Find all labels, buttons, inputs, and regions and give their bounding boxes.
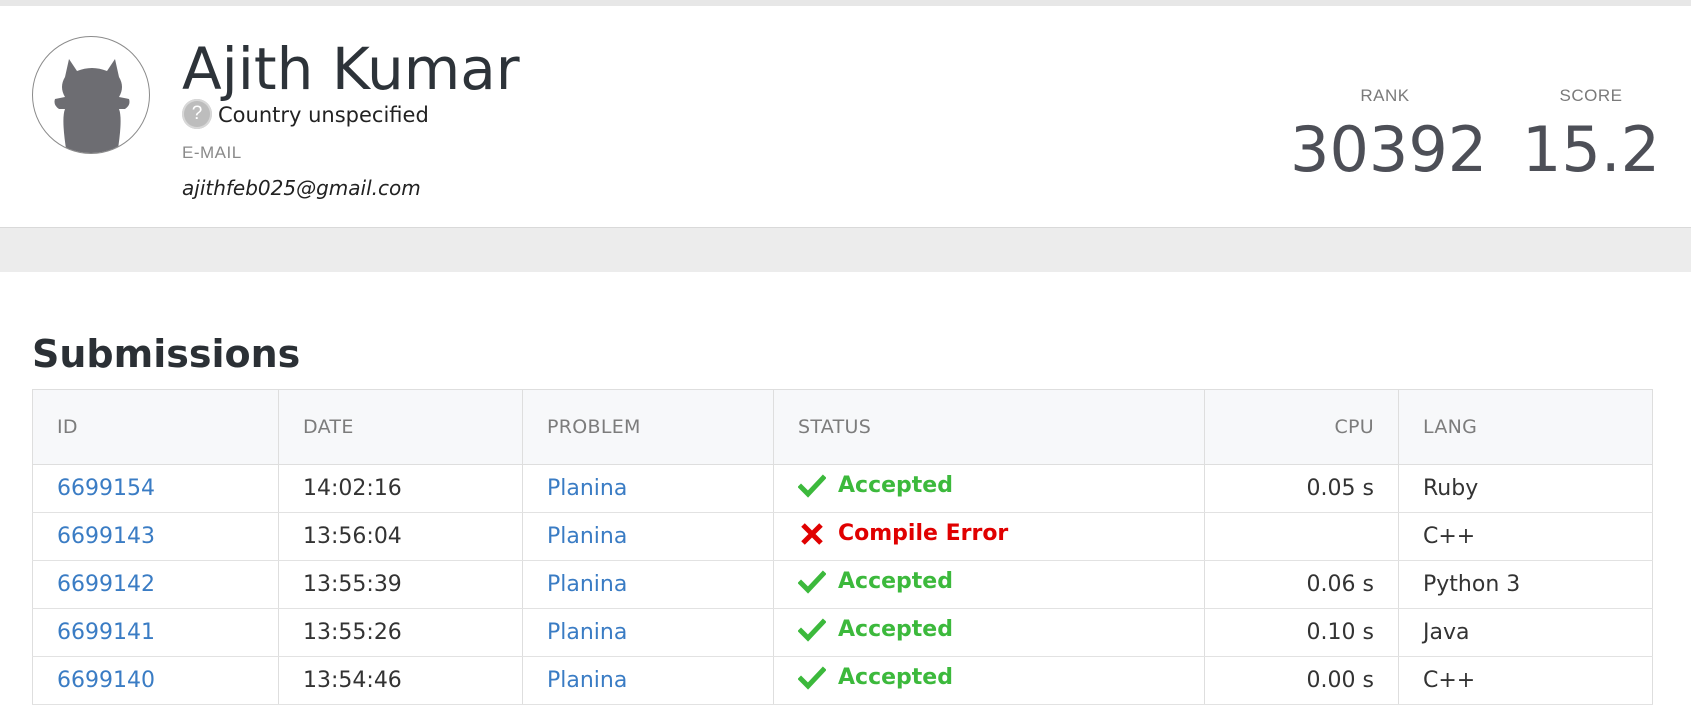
checkmark-icon	[797, 666, 827, 690]
problem-cell: Planina	[522, 512, 774, 561]
checkmark-icon	[797, 474, 827, 498]
submission-id-cell: 6699143	[32, 512, 279, 561]
column-header-lang[interactable]: LANG	[1398, 389, 1653, 465]
submission-id-cell: 6699141	[32, 608, 279, 657]
avatar	[32, 36, 150, 154]
status-badge: Accepted	[797, 617, 953, 643]
submission-id-link[interactable]: 6699143	[57, 524, 155, 549]
submissions-title: Submissions	[32, 332, 301, 376]
column-header-problem[interactable]: PROBLEM	[522, 389, 774, 465]
column-header-date[interactable]: DATE	[278, 389, 523, 465]
checkmark-icon	[797, 618, 827, 642]
submission-date: 13:55:39	[278, 560, 523, 609]
gray-separator-band	[0, 228, 1691, 272]
cpu-time	[1204, 512, 1399, 561]
table-row: 6699142 13:55:39 Planina Accepted 0.06 s Pyth…	[32, 560, 1653, 609]
submission-id-link[interactable]: 6699154	[57, 476, 155, 501]
checkmark-icon	[797, 570, 827, 594]
status-text: Accepted	[838, 473, 953, 499]
user-name: Ajith Kumar	[182, 35, 520, 103]
table-row: 6699141 13:55:26 Planina Accepted 0.10 s Java	[32, 608, 1653, 657]
status-text: Compile Error	[838, 521, 1009, 547]
score-label: SCORE	[1559, 86, 1623, 105]
column-header-status[interactable]: STATUS	[773, 389, 1205, 465]
question-mark-icon: ?	[182, 99, 212, 129]
column-header-cpu[interactable]: CPU	[1204, 389, 1399, 465]
status-text: Accepted	[838, 617, 953, 643]
table-row: 6699143 13:56:04 Planina Compile Error C++	[32, 512, 1653, 561]
email-value: ajithfeb025@gmail.com	[182, 176, 421, 200]
status-cell: Accepted	[773, 608, 1205, 657]
submission-date: 13:56:04	[278, 512, 523, 561]
status-badge: Accepted	[797, 665, 953, 691]
cat-silhouette-icon	[54, 59, 130, 153]
submission-date: 14:02:16	[278, 464, 523, 513]
problem-cell: Planina	[522, 464, 774, 513]
table-row: 6699154 14:02:16 Planina Accepted 0.05 s Ruby	[32, 464, 1653, 513]
status-cell: Accepted	[773, 464, 1205, 513]
language: C++	[1398, 656, 1653, 705]
problem-cell: Planina	[522, 560, 774, 609]
language: Python 3	[1398, 560, 1653, 609]
rank-label: RANK	[1360, 86, 1410, 105]
problem-link[interactable]: Planina	[547, 668, 627, 693]
submission-id-link[interactable]: 6699142	[57, 572, 155, 597]
cpu-time: 0.06 s	[1204, 560, 1399, 609]
language: C++	[1398, 512, 1653, 561]
email-label: E-MAIL	[182, 143, 242, 162]
language: Java	[1398, 608, 1653, 657]
status-cell: Accepted	[773, 656, 1205, 705]
status-text: Accepted	[838, 665, 953, 691]
table-header-row: ID DATE PROBLEM STATUS CPU LANG	[32, 389, 1653, 465]
country-text: Country unspecified	[218, 103, 429, 127]
cpu-time: 0.10 s	[1204, 608, 1399, 657]
cpu-time: 0.05 s	[1204, 464, 1399, 513]
status-badge: Compile Error	[798, 521, 1008, 546]
problem-cell: Planina	[522, 608, 774, 657]
status-badge: Accepted	[797, 473, 953, 499]
problem-link[interactable]: Planina	[547, 572, 627, 597]
table-row: 6699140 13:54:46 Planina Accepted 0.00 s C++	[32, 656, 1653, 705]
problem-link[interactable]: Planina	[547, 524, 627, 549]
status-cell: Accepted	[773, 560, 1205, 609]
submission-date: 13:55:26	[278, 608, 523, 657]
submission-id-cell: 6699142	[32, 560, 279, 609]
score-value: 15.2	[1521, 113, 1661, 186]
problem-link[interactable]: Planina	[547, 620, 627, 645]
submission-id-cell: 6699140	[32, 656, 279, 705]
status-cell: Compile Error	[773, 512, 1205, 561]
submission-id-link[interactable]: 6699140	[57, 668, 155, 693]
cross-icon	[798, 522, 826, 546]
submission-id-link[interactable]: 6699141	[57, 620, 155, 645]
problem-link[interactable]: Planina	[547, 476, 627, 501]
submissions-table: ID DATE PROBLEM STATUS CPU LANG 6699154 1…	[32, 389, 1653, 705]
submission-id-cell: 6699154	[32, 464, 279, 513]
status-text: Accepted	[838, 569, 953, 595]
column-header-id[interactable]: ID	[32, 389, 279, 465]
language: Ruby	[1398, 464, 1653, 513]
cpu-time: 0.00 s	[1204, 656, 1399, 705]
status-badge: Accepted	[797, 569, 953, 595]
profile-header: Ajith Kumar ? Country unspecified E-MAIL…	[0, 6, 1691, 228]
submission-date: 13:54:46	[278, 656, 523, 705]
rank-value: 30392	[1290, 113, 1488, 186]
problem-cell: Planina	[522, 656, 774, 705]
